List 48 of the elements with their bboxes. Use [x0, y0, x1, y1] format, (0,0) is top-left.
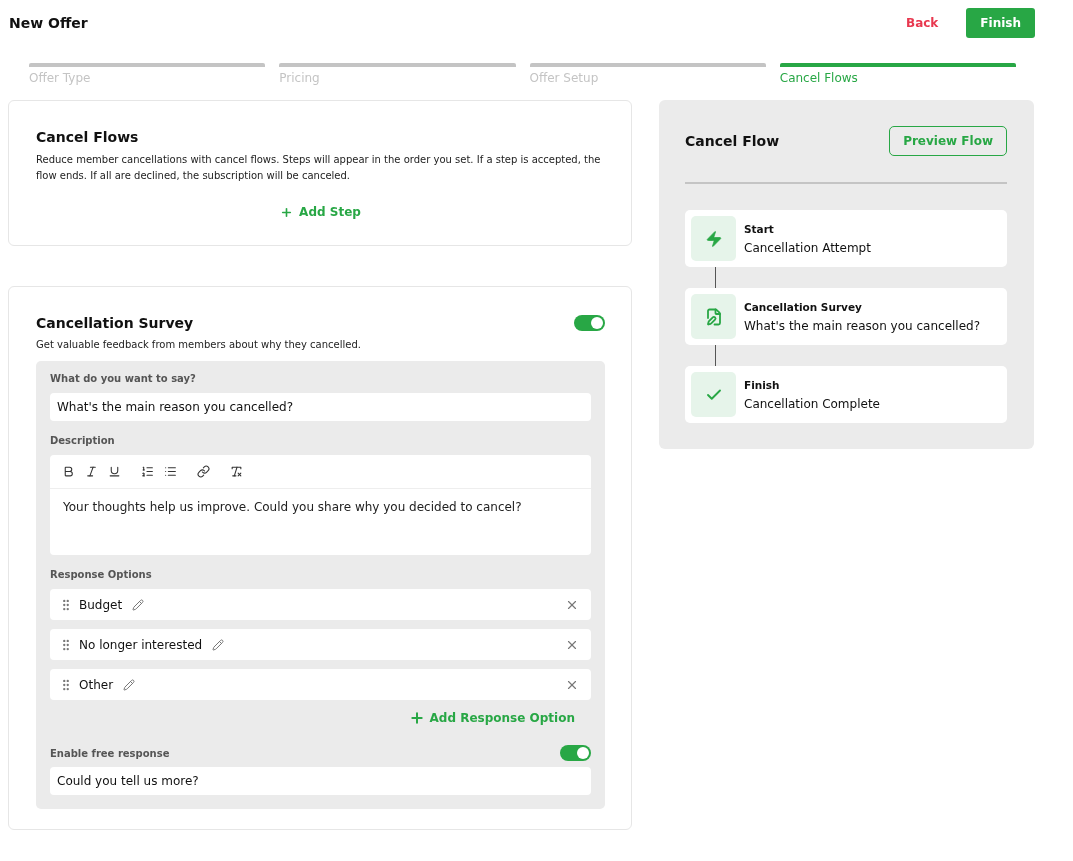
rich-text-editor[interactable]: Your thoughts help us improve. Could you share why you decided to cancel? — [50, 455, 591, 555]
option-label: No longer interested — [79, 637, 203, 652]
connector-line — [715, 267, 716, 288]
bullet-list-icon[interactable] — [164, 465, 177, 478]
question-input-field[interactable]: What's the main reason you cancelled? — [50, 393, 591, 421]
flow-node[interactable]: Finish Cancellation Complete — [685, 366, 1007, 423]
pencil-icon[interactable] — [212, 638, 225, 651]
node-title: Cancellation Survey — [744, 300, 863, 313]
field-label: Enable free response — [50, 747, 170, 759]
lightning-icon — [704, 229, 723, 248]
flow-node[interactable]: Start Cancellation Attempt — [685, 210, 1007, 267]
connector-line — [715, 345, 716, 366]
flow-node[interactable]: Cancellation Survey What's the main reason you cancelled? — [685, 288, 1007, 345]
toggle-switch[interactable] — [560, 745, 591, 761]
italic-icon[interactable] — [85, 465, 98, 478]
numbered-list-icon[interactable] — [141, 465, 154, 478]
node-subtitle: What's the main reason you cancelled? — [744, 318, 981, 333]
bold-icon[interactable] — [62, 465, 75, 478]
field-label: Description — [50, 435, 116, 446]
card-description: Reduce member cancellations with cancel flows. Steps will appear in the order you set. If a step is accepted, the flow ends. If all are declined, the subscription will be canceled. — [36, 153, 602, 183]
plus-icon — [408, 710, 425, 726]
field-label: What do you want to say? — [50, 373, 197, 384]
option-label: Other — [79, 677, 114, 692]
response-option[interactable]: Budget — [50, 589, 591, 620]
node-title: Start — [744, 222, 775, 235]
card-title: Cancel Flows — [36, 129, 140, 145]
free-response-input-field[interactable]: Could you tell us more? — [50, 767, 591, 795]
pencil-icon[interactable] — [132, 598, 145, 611]
underline-icon[interactable] — [108, 465, 121, 478]
node-subtitle: Cancellation Complete — [744, 396, 880, 411]
response-option[interactable]: No longer interested — [50, 629, 591, 660]
panel-title: Cancel Flow — [685, 133, 780, 149]
link-icon[interactable] — [197, 465, 210, 478]
node-subtitle: Cancellation Attempt — [744, 240, 871, 255]
document-pen-icon — [704, 307, 723, 326]
toggle-switch[interactable] — [574, 315, 605, 331]
plus-icon — [280, 205, 294, 219]
pencil-icon[interactable] — [123, 678, 136, 691]
back-button[interactable]: Back — [900, 14, 945, 31]
clear-format-icon[interactable] — [230, 465, 243, 478]
card-title: Cancellation Survey — [36, 315, 194, 331]
response-option[interactable]: Other — [50, 669, 591, 700]
option-label: Budget — [79, 597, 123, 612]
node-title: Finish — [744, 378, 781, 391]
page-title: New Offer — [9, 14, 89, 31]
editor-text: Your thoughts help us improve. Could you share why you decided to cancel? — [62, 499, 523, 516]
field-label: Response Options — [50, 569, 153, 580]
card-description: Get valuable feedback from members about why they cancelled. — [36, 338, 362, 352]
